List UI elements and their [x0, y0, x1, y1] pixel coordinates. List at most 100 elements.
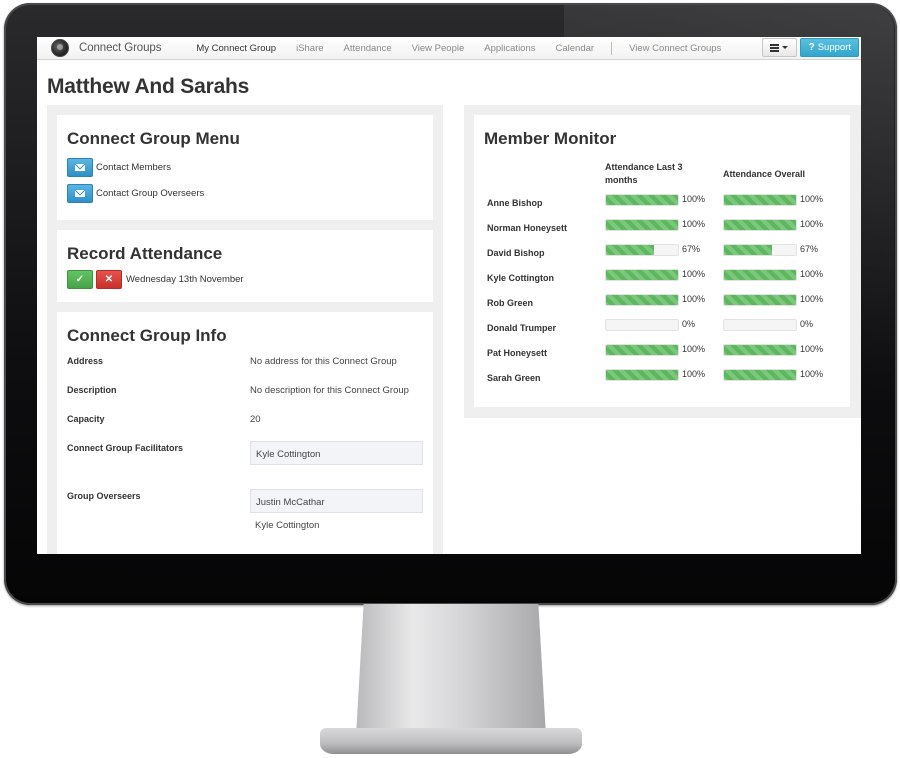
menu-dropdown-button[interactable] [761, 38, 797, 57]
overall-attendance-bar [723, 194, 797, 206]
member-name: Anne Bishop [487, 198, 543, 208]
member-row: Anne Bishop 100% 100% [474, 192, 850, 217]
recent-attendance-bar-fill [606, 345, 678, 355]
recent-attendance-percent: 100% [682, 269, 706, 279]
mark-present-button[interactable]: ✓ [67, 270, 93, 289]
overall-attendance-bar [723, 244, 797, 256]
recent-attendance-percent: 100% [682, 219, 706, 229]
recent-attendance-percent: 100% [682, 344, 706, 354]
menu-card-title: Connect Group Menu [67, 129, 240, 148]
overall-attendance-bar-fill [724, 245, 773, 255]
page-title: Matthew And Sarahs [47, 75, 250, 98]
member-name: Sarah Green [487, 373, 541, 383]
overseers-label: Group Overseers [67, 491, 141, 501]
recent-attendance-bar-fill [606, 270, 678, 280]
overall-attendance-percent: 100% [800, 344, 824, 354]
member-name: Donald Trumper [487, 323, 557, 333]
left-column: Connect Group Menu Contact Members Conta… [47, 105, 443, 554]
info-card-title: Connect Group Info [67, 326, 227, 345]
overall-attendance-percent: 100% [800, 194, 824, 204]
brand-name: Connect Groups [79, 42, 162, 54]
contact-overseers-row: Contact Group Overseers [67, 184, 204, 203]
member-row: David Bishop 67% 67% [474, 242, 850, 267]
col-header-overall: Attendance Overall [723, 169, 806, 179]
chevron-down-icon [782, 46, 789, 49]
overall-attendance-bar-fill [724, 345, 796, 355]
contact-members-button[interactable] [67, 158, 93, 177]
overall-attendance-bar [723, 319, 797, 331]
brand-logo-icon [51, 39, 69, 57]
envelope-icon [75, 164, 85, 171]
description-value: No description for this Connect Group [250, 385, 409, 396]
member-name: Pat Honeysett [487, 348, 548, 358]
nav-link-view-people[interactable]: View People [412, 43, 465, 54]
member-row: Pat Honeysett 100% 100% [474, 342, 850, 367]
member-name: Rob Green [487, 298, 534, 308]
nav-link-my-connect-group[interactable]: My Connect Group [196, 43, 276, 54]
overall-attendance-percent: 100% [800, 294, 824, 304]
recent-attendance-percent: 100% [682, 194, 706, 204]
capacity-value: 20 [250, 414, 261, 425]
envelope-icon [75, 190, 85, 197]
recent-attendance-bar [605, 319, 679, 331]
recent-attendance-bar [605, 369, 679, 381]
monitor-screen: Connect Groups My Connect Group iShare A… [37, 37, 861, 554]
recent-attendance-percent: 0% [682, 319, 696, 329]
overall-attendance-percent: 100% [800, 269, 824, 279]
overall-attendance-bar-fill [724, 270, 796, 280]
nav-link-view-connect-groups[interactable]: View Connect Groups [629, 43, 721, 54]
attendance-row: ✓ ✕ Wednesday 13th November [67, 270, 244, 289]
support-label: Support [817, 42, 851, 53]
member-name: Norman Honeysett [487, 223, 568, 233]
overseer-item[interactable]: Kyle Cottington [250, 513, 423, 537]
question-icon: ? [808, 42, 815, 53]
brand[interactable]: Connect Groups [37, 37, 161, 60]
nav-link-ishare[interactable]: iShare [296, 43, 323, 54]
recent-attendance-bar [605, 244, 679, 256]
recent-attendance-bar-fill [606, 370, 678, 380]
recent-attendance-percent: 100% [682, 369, 706, 379]
member-monitor-card: Member Monitor Attendance Last 3 months … [474, 115, 850, 407]
attendance-card-title: Record Attendance [67, 244, 223, 263]
overall-attendance-bar-fill [724, 370, 796, 380]
nav-link-calendar[interactable]: Calendar [556, 43, 595, 54]
check-icon: ✓ [75, 274, 85, 285]
facilitator-item[interactable]: Kyle Cottington [250, 441, 423, 465]
member-row: Kyle Cottington 100% 100% [474, 267, 850, 292]
nav-link-applications[interactable]: Applications [484, 43, 535, 54]
attendance-date: Wednesday 13th November [126, 274, 244, 285]
capacity-label: Capacity [67, 414, 105, 424]
record-attendance-card: Record Attendance ✓ ✕ Wednesday 13th Nov… [57, 230, 433, 302]
support-button[interactable]: ? Support [799, 38, 859, 57]
address-value: No address for this Connect Group [250, 356, 397, 367]
overseer-item[interactable]: Justin McCathar [250, 489, 423, 513]
contact-overseers-label[interactable]: Contact Group Overseers [96, 188, 204, 199]
member-row: Donald Trumper 0% 0% [474, 317, 850, 342]
contact-members-row: Contact Members [67, 158, 171, 177]
nav-links: My Connect Group iShare Attendance View … [196, 37, 741, 60]
nav-right: ? Support [761, 38, 859, 57]
overall-attendance-bar [723, 294, 797, 306]
contact-members-label[interactable]: Contact Members [96, 162, 171, 173]
mark-absent-button[interactable]: ✕ [96, 270, 122, 289]
nav-link-attendance[interactable]: Attendance [344, 43, 392, 54]
overall-attendance-bar-fill [724, 295, 796, 305]
overall-attendance-bar [723, 269, 797, 281]
list-icon [770, 44, 780, 52]
overall-attendance-bar [723, 219, 797, 231]
recent-attendance-bar-fill [606, 295, 678, 305]
overall-attendance-bar [723, 369, 797, 381]
overall-attendance-percent: 100% [800, 369, 824, 379]
overall-attendance-percent: 0% [800, 319, 814, 329]
monitor-stand-neck [356, 604, 546, 736]
connect-group-menu-card: Connect Group Menu Contact Members Conta… [57, 115, 433, 220]
close-icon: ✕ [104, 274, 114, 285]
recent-attendance-bar-fill [606, 220, 678, 230]
overall-attendance-bar [723, 344, 797, 356]
recent-attendance-percent: 100% [682, 294, 706, 304]
contact-overseers-button[interactable] [67, 184, 93, 203]
recent-attendance-bar [605, 194, 679, 206]
recent-attendance-percent: 67% [682, 244, 701, 254]
recent-attendance-bar-fill [606, 245, 655, 255]
member-name: Kyle Cottington [487, 273, 554, 283]
